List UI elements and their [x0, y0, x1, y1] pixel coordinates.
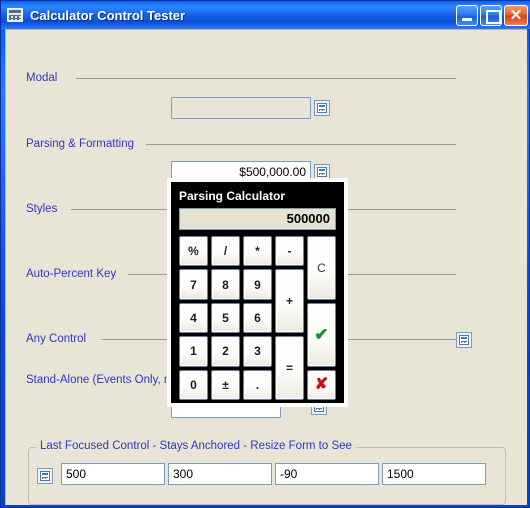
caption-button-group: ✕	[456, 4, 528, 26]
application-window: Calculator Control Tester ✕ Modal Parsin…	[0, 0, 530, 508]
form-client-area: Modal Parsing & Formatting $500,000.00 S…	[5, 29, 527, 505]
window-title: Calculator Control Tester	[30, 7, 186, 23]
calc-key-clear[interactable]: C	[307, 236, 336, 300]
close-icon: ✕	[509, 6, 523, 24]
calculator-icon	[40, 471, 50, 481]
calc-key-7[interactable]: 7	[179, 269, 208, 300]
calc-key-4[interactable]: 4	[179, 302, 208, 334]
last-focused-control-title: Last Focused Control - Stays Anchored - …	[36, 440, 356, 452]
calc-key-decimal[interactable]: .	[243, 369, 272, 400]
section-rule-parsing	[146, 144, 456, 145]
minimize-button[interactable]	[456, 4, 478, 26]
modal-input[interactable]	[171, 97, 311, 119]
calc-key-plus[interactable]: +	[275, 269, 304, 334]
section-label-any-control: Any Control	[26, 333, 87, 345]
section-rule-modal	[76, 78, 456, 79]
maximize-button[interactable]	[480, 4, 502, 26]
anchored-field-1[interactable]: 500	[61, 463, 165, 485]
close-button[interactable]: ✕	[504, 4, 528, 26]
groupbox-calculator-button[interactable]	[37, 468, 53, 484]
anchored-field-3[interactable]: -90	[275, 463, 379, 485]
calc-key-3[interactable]: 3	[243, 336, 272, 367]
section-label-stand-alone: Stand-Alone (Events Only, n	[26, 374, 171, 386]
section-label-styles: Styles	[26, 203, 58, 215]
calc-key-5[interactable]: 5	[211, 302, 240, 334]
calc-key-9[interactable]: 9	[243, 269, 272, 300]
calc-key-6[interactable]: 6	[243, 302, 272, 334]
calculator-display: 500000	[179, 208, 336, 230]
calculator-icon	[317, 103, 327, 113]
calculator-title: Parsing Calculator	[179, 189, 286, 203]
calculator-panel: Parsing Calculator 500000 % / * - C 7 8 …	[171, 182, 344, 403]
calc-key-8[interactable]: 8	[211, 269, 240, 300]
calc-key-multiply[interactable]: *	[243, 236, 272, 267]
section-label-auto-percent-key: Auto-Percent Key	[26, 268, 117, 280]
section-label-modal: Modal	[26, 72, 58, 84]
calc-key-cancel[interactable]: ✘	[307, 369, 336, 400]
calc-key-percent[interactable]: %	[179, 236, 208, 267]
title-bar: Calculator Control Tester ✕	[1, 1, 530, 29]
anchored-field-4[interactable]: 1500	[382, 463, 486, 485]
calc-key-equals[interactable]: =	[275, 336, 304, 400]
calc-key-accept[interactable]: ✔	[307, 302, 336, 367]
calc-key-2[interactable]: 2	[211, 336, 240, 367]
anchored-field-2[interactable]: 300	[168, 463, 272, 485]
any-control-calculator-button[interactable]	[456, 332, 472, 348]
calc-key-sign[interactable]: ±	[211, 369, 240, 400]
modal-calculator-button[interactable]	[314, 100, 330, 116]
calculator-icon	[317, 167, 327, 177]
calculator-keypad: % / * - C 7 8 9 + 4 5 6 ✔ 1 2 3 = 0 ± . …	[179, 236, 336, 400]
calc-key-divide[interactable]: /	[211, 236, 240, 267]
calc-key-minus[interactable]: -	[275, 236, 304, 267]
calc-key-0[interactable]: 0	[179, 369, 208, 400]
parsing-calculator-popup: Parsing Calculator 500000 % / * - C 7 8 …	[167, 178, 348, 407]
section-label-parsing: Parsing & Formatting	[26, 138, 135, 150]
calculator-icon	[459, 335, 469, 345]
calc-key-1[interactable]: 1	[179, 336, 208, 367]
calculator-icon	[7, 8, 23, 22]
